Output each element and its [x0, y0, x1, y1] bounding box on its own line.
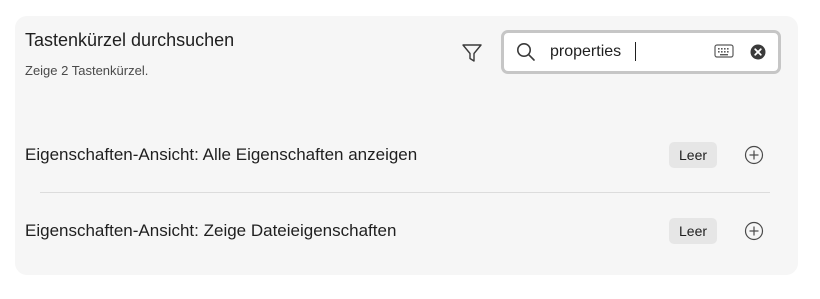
hotkey-row: Eigenschaften-Ansicht: Alle Eigenschafte…: [25, 142, 770, 172]
clear-icon[interactable]: [750, 44, 766, 60]
page-title: Tastenkürzel durchsuchen: [25, 30, 235, 50]
hotkey-label: Eigenschaften-Ansicht: Alle Eigenschafte…: [25, 145, 418, 164]
text-caret: [635, 42, 636, 61]
result-count: Zeige 2 Tastenkürzel.: [25, 63, 149, 78]
row-divider: [40, 192, 770, 193]
search-box[interactable]: [501, 30, 781, 74]
hotkeys-header: Tastenkürzel durchsuchen Zeige 2 Tastenk…: [25, 30, 795, 90]
hotkey-row: Eigenschaften-Ansicht: Zeige Dateieigens…: [25, 218, 770, 248]
hotkey-label: Eigenschaften-Ansicht: Zeige Dateieigens…: [25, 221, 397, 240]
filter-icon[interactable]: [461, 42, 483, 64]
search-icon: [516, 42, 536, 62]
add-icon[interactable]: [744, 145, 764, 165]
hotkey-binding-badge[interactable]: Leer: [669, 218, 718, 244]
add-icon[interactable]: [744, 221, 764, 241]
keyboard-icon[interactable]: [714, 43, 734, 59]
search-input[interactable]: [550, 41, 700, 63]
hotkey-binding-badge[interactable]: Leer: [669, 142, 718, 168]
